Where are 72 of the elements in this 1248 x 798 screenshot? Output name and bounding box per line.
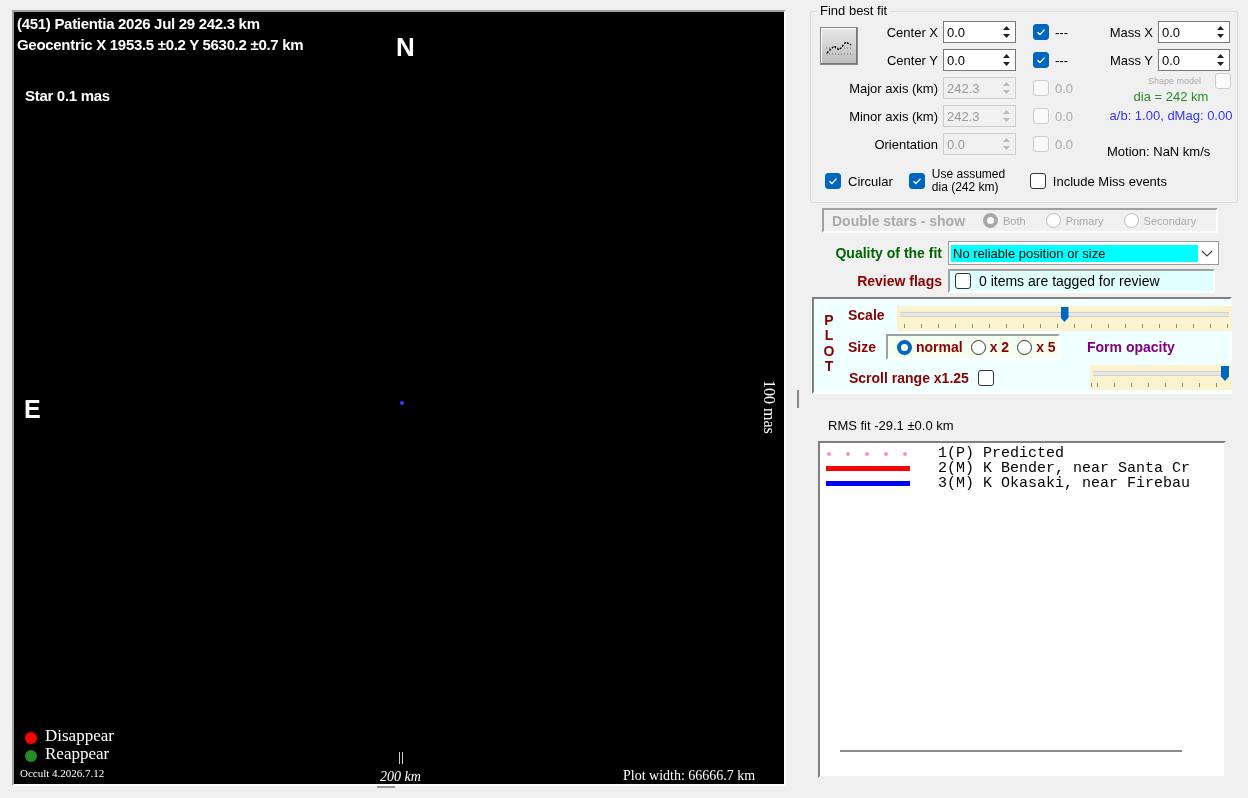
review-label: Review flags <box>856 273 943 289</box>
observation-entry: 3(M) K Okasaki, near Firebau <box>938 476 1191 491</box>
opacity-label: Form opacity <box>1086 339 1176 355</box>
radio-button[interactable] <box>1017 339 1033 355</box>
size-label: Size <box>847 339 877 355</box>
review-text: 0 items are tagged for review <box>979 273 1160 289</box>
group-label: Double stars - show <box>832 212 966 229</box>
field-label: Center X <box>886 24 939 40</box>
version-label: Occult 4.2026.7.12 <box>20 767 105 779</box>
scale-bar-label: 200 km <box>380 769 421 784</box>
checkbox[interactable] <box>1029 173 1046 189</box>
group-title: Find best fit <box>817 3 891 18</box>
field-label: Major axis (km) <box>849 80 939 96</box>
radio-button[interactable] <box>970 339 986 355</box>
slider-track[interactable] <box>1093 366 1229 381</box>
checkbox-label: Use assumed dia (242 km) <box>931 168 1007 194</box>
spin-field[interactable]: 0.0 <box>943 49 1016 71</box>
scale-slider[interactable] <box>897 306 1232 331</box>
spin-field[interactable]: 0.0 <box>1158 21 1230 43</box>
plot-width: Plot width: 66666.7 km <box>623 768 756 784</box>
slider-thumb[interactable] <box>1060 307 1069 322</box>
east-label: E <box>24 395 41 424</box>
checkbox[interactable] <box>955 273 971 289</box>
radio-label: x 5 <box>1036 339 1056 355</box>
radio-button[interactable] <box>897 339 912 355</box>
checkbox-label: Include Miss events <box>1052 173 1167 189</box>
field-label: Center Y <box>886 52 939 68</box>
diameter-text: dia = 242 km <box>1132 89 1210 104</box>
slider-thumb[interactable] <box>1221 366 1229 381</box>
plot-heading: PLOT <box>822 313 836 377</box>
checkbox[interactable] <box>977 369 994 386</box>
radio-label: Secondary <box>1143 214 1197 227</box>
checkbox-label: 0.0 <box>1055 108 1075 124</box>
radio-label: normal <box>916 339 963 355</box>
geocentric-text: Geocentric X 1953.5 ±0.2 Y 5630.2 ±0.7 km <box>17 36 304 53</box>
star-diameter: Star 0.1 mas <box>25 87 110 104</box>
checkbox-label: --- <box>1055 24 1069 40</box>
field-label: Mass Y <box>1108 52 1154 68</box>
radio-label: Both <box>1003 214 1026 227</box>
field-label: Mass X <box>1108 24 1154 40</box>
splitter-handle[interactable] <box>797 390 799 408</box>
splitter-handle[interactable] <box>377 786 395 788</box>
slider-track[interactable] <box>900 307 1229 322</box>
field-label: Orientation <box>874 136 939 152</box>
rms-text: RMS fit -29.1 ±0.0 km <box>828 418 955 433</box>
spin-field[interactable]: 0.0 <box>1158 49 1230 71</box>
motion-text: Motion: NaN km/s <box>1106 144 1212 159</box>
ratio-text: a/b: 1.00, dMag: 0.00 <box>1108 108 1234 123</box>
object-dot <box>400 401 404 405</box>
radio-label: Primary <box>1065 214 1104 227</box>
scale-label: Scale <box>847 307 886 323</box>
opacity-slider[interactable] <box>1090 365 1232 390</box>
scroll-range-label: Scroll range x1.25 <box>848 369 969 386</box>
quality-label: Quality of the fit <box>834 245 943 261</box>
fit-button[interactable] <box>820 27 858 65</box>
field-label: Minor axis (km) <box>849 108 939 124</box>
spin-field[interactable]: 0.0 <box>943 21 1016 43</box>
checkbox-label: Shape model <box>1147 76 1201 86</box>
radio-label: x 2 <box>989 339 1010 355</box>
checkbox-label: --- <box>1055 52 1069 68</box>
checkbox-label: 0.0 <box>1055 136 1075 152</box>
legend-label: Reappear <box>45 744 110 764</box>
observation-entry: 1(P) Predicted <box>938 446 1065 461</box>
north-label: N <box>396 32 415 63</box>
checkbox-label: 0.0 <box>1055 80 1075 96</box>
quality-dropdown[interactable]: No reliable position or size <box>948 241 1219 265</box>
scale-tick <box>399 752 403 764</box>
observation-entry: 2(M) K Bender, near Santa Cr <box>938 461 1191 476</box>
legend-label: Disappear <box>45 726 114 746</box>
vertical-scale: 100 mas <box>760 380 778 434</box>
plot-title: (451) Patientia 2026 Jul 29 242.3 km <box>17 15 260 32</box>
checkbox-label: Circular <box>848 173 893 189</box>
